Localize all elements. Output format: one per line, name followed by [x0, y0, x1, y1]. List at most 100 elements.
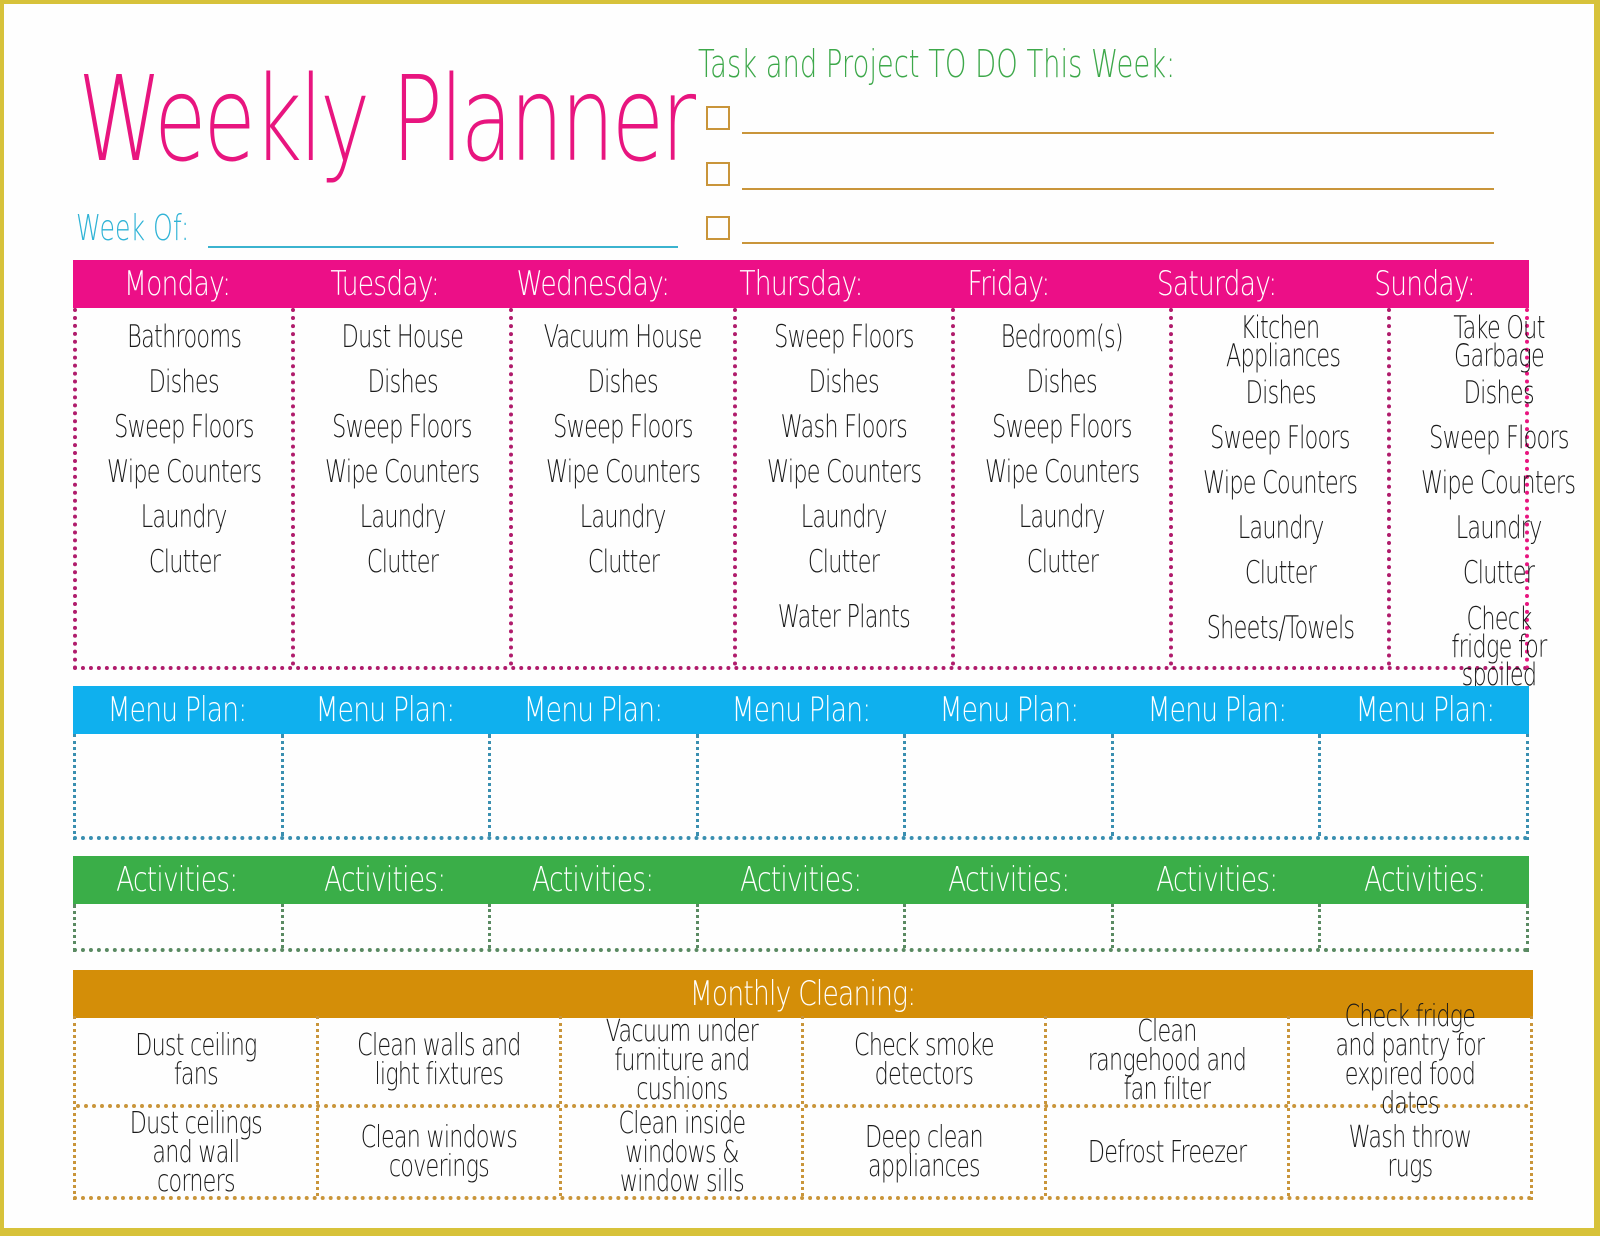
chore-item[interactable]: Clutter — [737, 539, 951, 584]
chore-item[interactable]: Dishes — [955, 359, 1169, 404]
activity-cell[interactable] — [695, 904, 904, 948]
chore-item[interactable]: Laundry — [513, 494, 732, 539]
chore-text: Take Out Garbage — [1452, 310, 1545, 374]
chore-item[interactable]: Wipe Counters — [513, 449, 732, 494]
monthly-task[interactable]: Vacuum under furniture and cushions — [558, 1016, 802, 1104]
chore-item[interactable]: Dishes — [77, 359, 291, 404]
chore-item[interactable]: Laundry — [1173, 505, 1387, 550]
chore-item[interactable] — [77, 594, 291, 639]
activity-label: Activities: — [116, 860, 238, 900]
chore-item[interactable]: Dust House — [295, 314, 509, 359]
monthly-task[interactable]: Check fridge and pantry for expired food… — [1287, 1002, 1530, 1119]
chore-item[interactable]: Sweep Floors — [1391, 415, 1600, 460]
monthly-task[interactable]: Wash throw rugs — [1287, 1108, 1530, 1196]
chore-text: Bathrooms — [127, 319, 242, 355]
monthly-task[interactable]: Clean windows coverings — [315, 1108, 559, 1196]
chore-item[interactable]: Check fridge for spoiled food — [1391, 604, 1600, 719]
chore-item[interactable]: Wipe Counters — [737, 449, 951, 494]
activity-cell[interactable] — [488, 904, 696, 948]
chore-item[interactable]: Water Plants — [737, 594, 951, 639]
chore-item[interactable]: Wipe Counters — [1391, 460, 1600, 505]
chore-item[interactable]: Sweep Floors — [737, 314, 951, 359]
task-checkbox[interactable] — [706, 162, 730, 186]
chore-item[interactable]: Sweep Floors — [77, 404, 291, 449]
chore-item[interactable]: Laundry — [77, 494, 291, 539]
chore-item[interactable]: Laundry — [737, 494, 951, 539]
menu-plan-header: Menu Plan: — [1113, 686, 1321, 734]
chore-item[interactable]: Clutter — [1391, 550, 1600, 595]
chore-item[interactable] — [295, 594, 509, 639]
chore-item[interactable]: Laundry — [955, 494, 1169, 539]
chore-text: Wipe Counters — [545, 454, 701, 490]
monthly-task[interactable]: Clean rangehood and fan filter — [1044, 1016, 1287, 1104]
chore-item[interactable]: Sweep Floors — [1173, 415, 1387, 460]
chore-item[interactable]: Take Out Garbage — [1391, 310, 1600, 374]
chore-item[interactable]: Bedroom(s) — [955, 314, 1169, 359]
chore-item[interactable] — [955, 594, 1169, 639]
chore-item[interactable]: Sweep Floors — [295, 404, 509, 449]
monthly-task[interactable]: Deep clean appliances — [801, 1108, 1044, 1196]
chore-item[interactable]: Wipe Counters — [955, 449, 1169, 494]
monthly-task[interactable]: Clean inside windows & window sills — [558, 1108, 802, 1196]
day-header-6: Sunday: — [1321, 260, 1529, 308]
activity-header: Activities: — [1113, 856, 1321, 904]
chore-item[interactable]: Dishes — [1391, 370, 1600, 415]
menu-plan-label: Menu Plan: — [939, 690, 1080, 730]
task-item[interactable] — [706, 162, 1496, 192]
day-label: Tuesday: — [330, 264, 440, 304]
chore-item[interactable]: Clutter — [955, 539, 1169, 584]
chore-item[interactable]: Wash Floors — [737, 404, 951, 449]
chore-item[interactable]: Vacuum House — [513, 314, 732, 359]
menu-plan-cell[interactable] — [903, 734, 1111, 836]
menu-plan-cell[interactable] — [1318, 734, 1526, 836]
monthly-task[interactable]: Clean walls and light fixtures — [315, 1016, 559, 1104]
menu-plan-cell[interactable] — [1110, 734, 1319, 836]
task-line[interactable] — [742, 132, 1494, 134]
menu-plan-cell[interactable] — [488, 734, 696, 836]
chore-item[interactable]: Sheets/Towels — [1173, 605, 1387, 650]
activity-cell[interactable] — [903, 904, 1111, 948]
chore-item[interactable]: Laundry — [295, 494, 509, 539]
menu-plan-cell[interactable] — [695, 734, 904, 836]
chore-item[interactable]: Clutter — [77, 539, 291, 584]
chore-item[interactable]: Sweep Floors — [955, 404, 1169, 449]
chore-item[interactable]: Bathrooms — [77, 314, 291, 359]
chore-item[interactable]: Clutter — [513, 539, 732, 584]
monthly-task[interactable]: Check smoke detectors — [801, 1016, 1044, 1104]
task-line[interactable] — [742, 242, 1494, 244]
activity-label: Activities: — [1364, 860, 1486, 900]
chore-item[interactable]: Clutter — [1173, 550, 1387, 595]
day-header-2: Wednesday: — [489, 260, 697, 308]
monthly-task[interactable]: Dust ceilings and wall corners — [76, 1108, 316, 1196]
chore-item[interactable]: Wipe Counters — [295, 449, 509, 494]
activity-cell[interactable] — [1318, 904, 1526, 948]
chore-item[interactable]: Dishes — [737, 359, 951, 404]
activity-cell[interactable] — [280, 904, 489, 948]
chore-item[interactable] — [513, 594, 732, 639]
chore-item[interactable]: Kitchen Appliances — [1173, 313, 1387, 372]
task-line[interactable] — [742, 188, 1494, 190]
menu-plan-cell[interactable] — [280, 734, 489, 836]
activity-cell[interactable] — [76, 904, 281, 948]
monthly-row: Dust ceilings and wall corners Clean wind… — [76, 1104, 1530, 1196]
chore-item[interactable]: Wipe Counters — [1173, 460, 1387, 505]
week-of-field[interactable] — [208, 246, 678, 248]
monthly-task[interactable]: Defrost Freezer — [1044, 1108, 1287, 1196]
menu-plan-cell[interactable] — [76, 734, 281, 836]
day-label: Monday: — [123, 264, 231, 304]
task-checkbox[interactable] — [706, 106, 730, 130]
task-item[interactable] — [706, 106, 1496, 136]
chore-item[interactable]: Laundry — [1391, 505, 1600, 550]
chore-item[interactable]: Sweep Floors — [513, 404, 732, 449]
chore-item[interactable]: Dishes — [513, 359, 732, 404]
chore-text: Clutter — [366, 544, 439, 580]
activity-cell[interactable] — [1110, 904, 1319, 948]
chore-item[interactable]: Wipe Counters — [77, 449, 291, 494]
chore-item[interactable]: Dishes — [295, 359, 509, 404]
chore-item[interactable]: Dishes — [1173, 370, 1387, 415]
chore-item[interactable]: Clutter — [295, 539, 509, 584]
task-item[interactable] — [706, 216, 1496, 246]
task-checkbox[interactable] — [706, 216, 730, 240]
activity-label: Activities: — [1156, 860, 1278, 900]
monthly-task[interactable]: Dust ceiling fans — [76, 1016, 316, 1104]
